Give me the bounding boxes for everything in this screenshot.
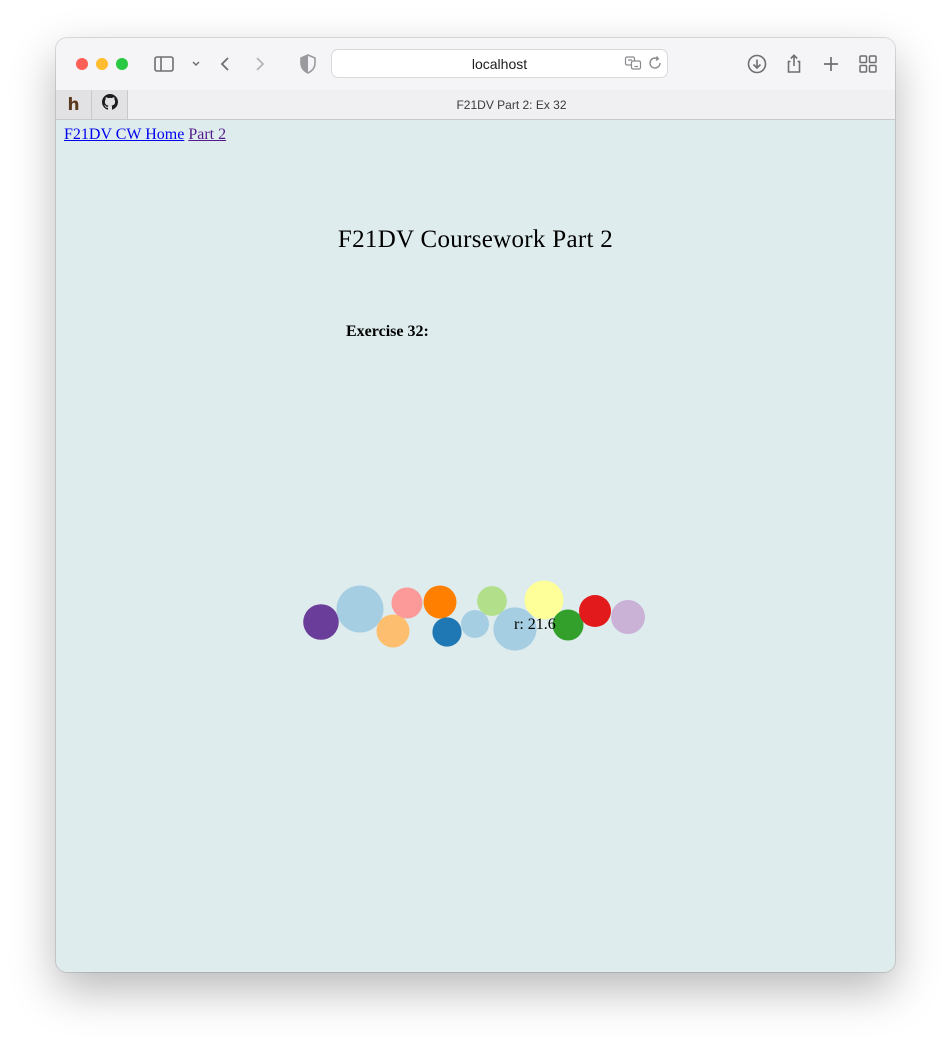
translate-icon[interactable] <box>624 54 642 72</box>
bubble-6[interactable] <box>432 617 462 647</box>
bubble-8[interactable] <box>477 586 507 616</box>
pinned-tab-github[interactable] <box>92 90 128 119</box>
bubble-13[interactable] <box>611 600 645 634</box>
h-icon: h <box>67 94 80 115</box>
bubble-chart: r: 21.6 <box>303 580 645 651</box>
bubble-11[interactable] <box>552 609 584 641</box>
tab-bar: h F21DV Part 2: Ex 32 <box>56 90 895 120</box>
zoom-window-button[interactable] <box>116 58 128 70</box>
bubble-5[interactable] <box>423 585 457 619</box>
browser-toolbar: localhost <box>56 38 895 90</box>
bubble-12[interactable] <box>579 595 611 627</box>
plus-icon[interactable] <box>819 52 843 76</box>
minimize-window-button[interactable] <box>96 58 108 70</box>
address-bar[interactable]: localhost <box>331 49 668 78</box>
back-icon[interactable] <box>213 52 237 76</box>
address-text: localhost <box>471 56 528 72</box>
chevron-down-icon[interactable] <box>184 52 200 76</box>
bubble-7[interactable] <box>461 610 489 638</box>
bubble-2[interactable] <box>336 585 384 633</box>
close-window-button[interactable] <box>76 58 88 70</box>
shield-icon[interactable] <box>296 52 320 76</box>
pinned-tab-h[interactable]: h <box>56 90 92 119</box>
download-icon[interactable] <box>745 52 769 76</box>
tab-overview-icon[interactable] <box>856 52 880 76</box>
bubble-4[interactable] <box>391 587 423 619</box>
forward-icon[interactable] <box>248 52 272 76</box>
bubble-1[interactable] <box>303 604 339 640</box>
reload-icon[interactable] <box>646 54 664 72</box>
bubble-3[interactable] <box>376 614 410 648</box>
active-tab-title[interactable]: F21DV Part 2: Ex 32 <box>128 98 895 112</box>
sidebar-icon[interactable] <box>152 52 176 76</box>
page-content: F21DV CW Home Part 2 F21DV Coursework Pa… <box>56 120 895 972</box>
browser-window: localhost h F21DV Part 2: Ex 32 F21DV CW… <box>56 38 895 972</box>
bubble-tooltip: r: 21.6 <box>514 616 556 633</box>
share-icon[interactable] <box>782 52 806 76</box>
github-icon <box>101 94 118 115</box>
